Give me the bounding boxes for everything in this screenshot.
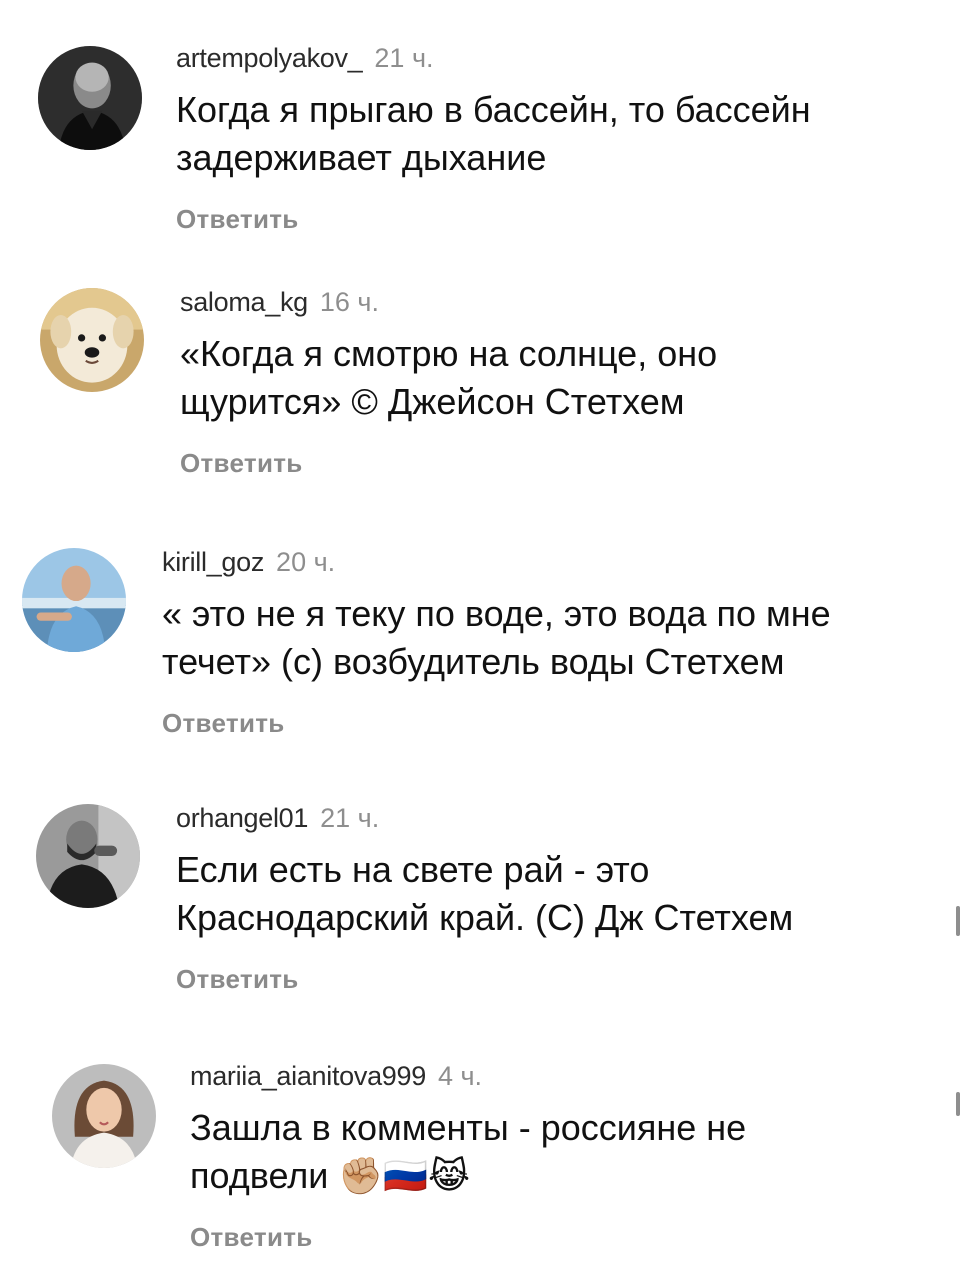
comment-meta: saloma_kg 16 ч.: [180, 286, 717, 318]
timestamp: 20 ч.: [276, 547, 336, 577]
username[interactable]: artempolyakov_: [176, 43, 363, 73]
comment-text: Когда я прыгаю в бассейн, то бассейн зад…: [176, 89, 811, 178]
comment-body: kirill_goz 20 ч. « это не я теку по воде,…: [162, 546, 831, 738]
comment-meta: kirill_goz 20 ч.: [162, 546, 831, 578]
man-bald-dark-avatar-icon: [38, 46, 142, 150]
username[interactable]: mariia_aianitova999: [190, 1061, 426, 1091]
dog-avatar-icon: [40, 288, 144, 392]
username[interactable]: orhangel01: [176, 803, 308, 833]
scroll-edge-mark: [956, 906, 960, 936]
username[interactable]: saloma_kg: [180, 287, 308, 317]
reply-button[interactable]: Ответить: [162, 708, 831, 738]
reply-button[interactable]: Ответить: [176, 964, 793, 994]
comment-text: Зашла в комменты - россияне не подвели ✊…: [190, 1107, 747, 1196]
timestamp: 21 ч.: [320, 803, 380, 833]
scroll-edge-mark: [956, 1092, 960, 1116]
timestamp: 16 ч.: [319, 287, 379, 317]
reply-button[interactable]: Ответить: [180, 448, 717, 478]
avatar[interactable]: [40, 288, 144, 392]
comment-meta: mariia_aianitova999 4 ч.: [190, 1060, 746, 1092]
username[interactable]: kirill_goz: [162, 547, 264, 577]
timestamp: 21 ч.: [374, 43, 434, 73]
comment-text: « это не я теку по воде, это вода по мне…: [162, 593, 831, 682]
reply-button[interactable]: Ответить: [176, 204, 811, 234]
comment-body: orhangel01 21 ч. Если есть на свете рай -…: [176, 802, 793, 994]
man-bearded-grayscale-avatar-icon: [36, 804, 140, 908]
timestamp: 4 ч.: [437, 1061, 483, 1091]
man-bald-blue-shirt-avatar-icon: [22, 548, 126, 652]
comment-body: mariia_aianitova999 4 ч. Зашла в комменты…: [190, 1060, 746, 1252]
comment-text: Если есть на свете рай - это Краснодарск…: [176, 849, 794, 938]
woman-avatar-icon: [52, 1064, 156, 1168]
avatar[interactable]: [38, 46, 142, 150]
reply-button[interactable]: Ответить: [190, 1222, 746, 1252]
avatar[interactable]: [52, 1064, 156, 1168]
avatar[interactable]: [22, 548, 126, 652]
comment-body: saloma_kg 16 ч. «Когда я смотрю на солнце…: [180, 286, 717, 478]
comment-meta: artempolyakov_ 21 ч.: [176, 42, 811, 74]
comment-meta: orhangel01 21 ч.: [176, 802, 793, 834]
avatar[interactable]: [36, 804, 140, 908]
comment-text: «Когда я смотрю на солнце, оно щурится» …: [180, 333, 718, 422]
comment-body: artempolyakov_ 21 ч. Когда я прыгаю в бас…: [176, 42, 811, 234]
